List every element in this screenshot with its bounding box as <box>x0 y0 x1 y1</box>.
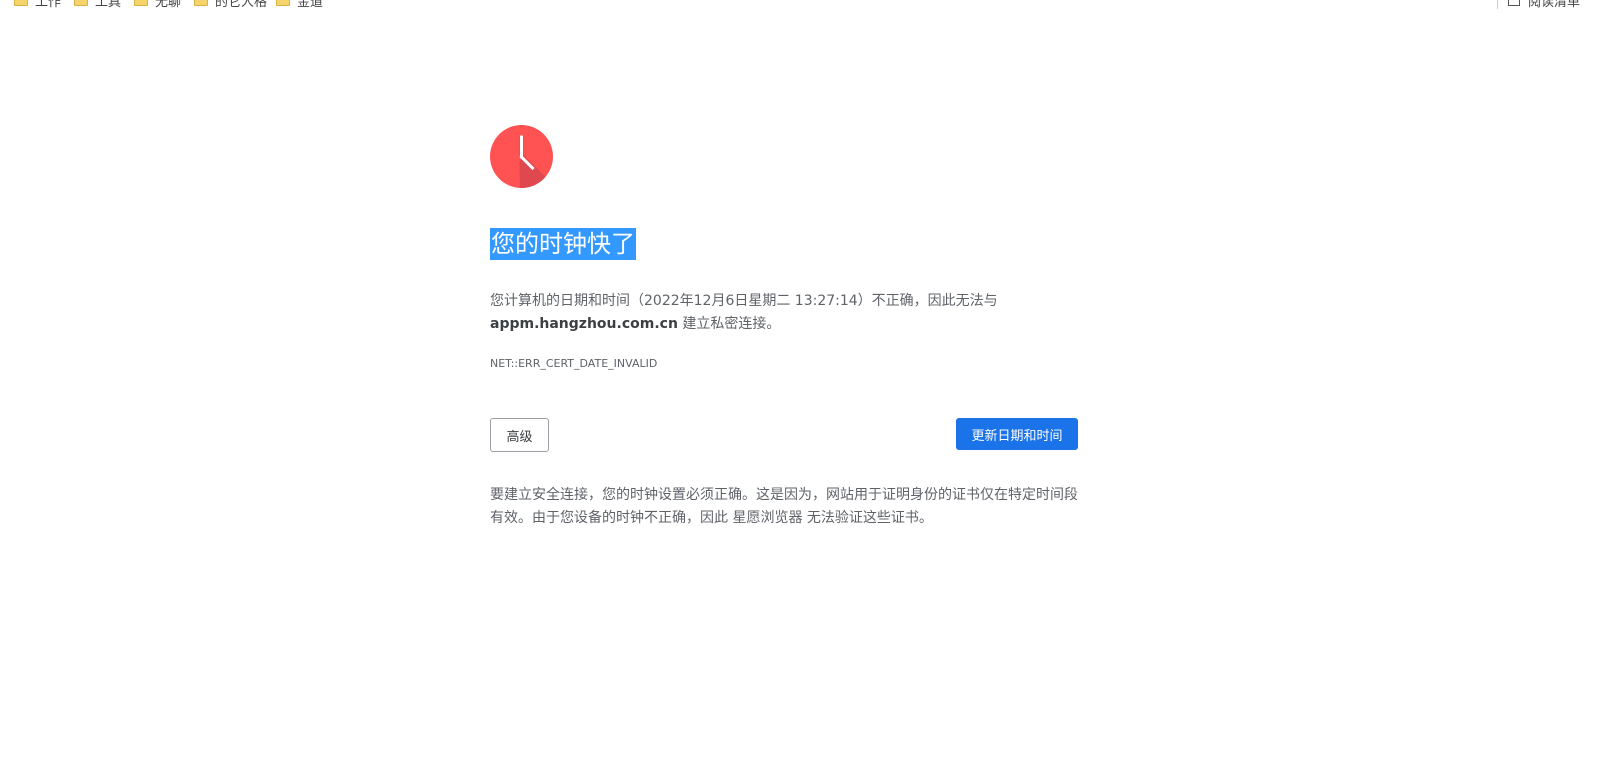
error-description-text: 您计算机的日期和时间（2022年12月6日星期二 13:27:14）不正确，因此… <box>490 293 998 310</box>
reading-list-label: 阅读清单 <box>1527 0 1580 10</box>
bookmark-label: 金道 <box>297 0 324 10</box>
domain-name: appm.hangzhou.com.cn <box>490 316 678 333</box>
folder-icon <box>194 0 208 6</box>
bookmark-folder[interactable]: 无聊 <box>134 0 182 10</box>
advanced-button[interactable]: 高级 <box>490 418 549 453</box>
bookmark-label: 工具 <box>95 0 122 10</box>
folder-icon <box>74 0 88 6</box>
bookmark-folder[interactable]: 工具 <box>74 0 122 10</box>
bookmark-label: 无聊 <box>155 0 182 10</box>
folder-icon <box>134 0 148 6</box>
button-row: 高级 更新日期和时间 <box>490 418 1078 453</box>
divider <box>1496 0 1498 9</box>
bookmark-label: 工作 <box>35 0 62 10</box>
error-description-suffix: 建立私密连接。 <box>677 316 781 333</box>
bookmark-folder[interactable]: 的它人格 <box>194 0 268 10</box>
bookmark-label: 的它人格 <box>215 0 268 10</box>
folder-icon <box>276 0 290 6</box>
update-date-time-button[interactable]: 更新日期和时间 <box>956 418 1078 451</box>
details-text: 要建立安全连接，您的时钟设置必须正确。这是因为，网站用于证明身份的证书仅在特定时… <box>490 487 1078 527</box>
bookmark-folder[interactable]: 工作 <box>14 0 62 10</box>
page-title: 您的时钟快了 <box>490 228 636 260</box>
reading-list-icon <box>1507 0 1520 6</box>
interstitial-main: 您的时钟快了 您计算机的日期和时间（2022年12月6日星期二 13:27:14… <box>490 125 1078 544</box>
clock-icon <box>490 125 553 188</box>
bookmark-folder[interactable]: 金道 <box>276 0 324 10</box>
error-code: NET::ERR_CERT_DATE_INVALID <box>490 357 658 371</box>
folder-icon <box>14 0 28 6</box>
bookmarks-bar: 工作 工具 无聊 的它人格 金道 阅读清单 <box>0 0 1600 10</box>
error-description: 您计算机的日期和时间（2022年12月6日星期二 13:27:14）不正确，因此… <box>490 290 1078 336</box>
reading-list-button[interactable]: 阅读清单 <box>1496 0 1580 10</box>
